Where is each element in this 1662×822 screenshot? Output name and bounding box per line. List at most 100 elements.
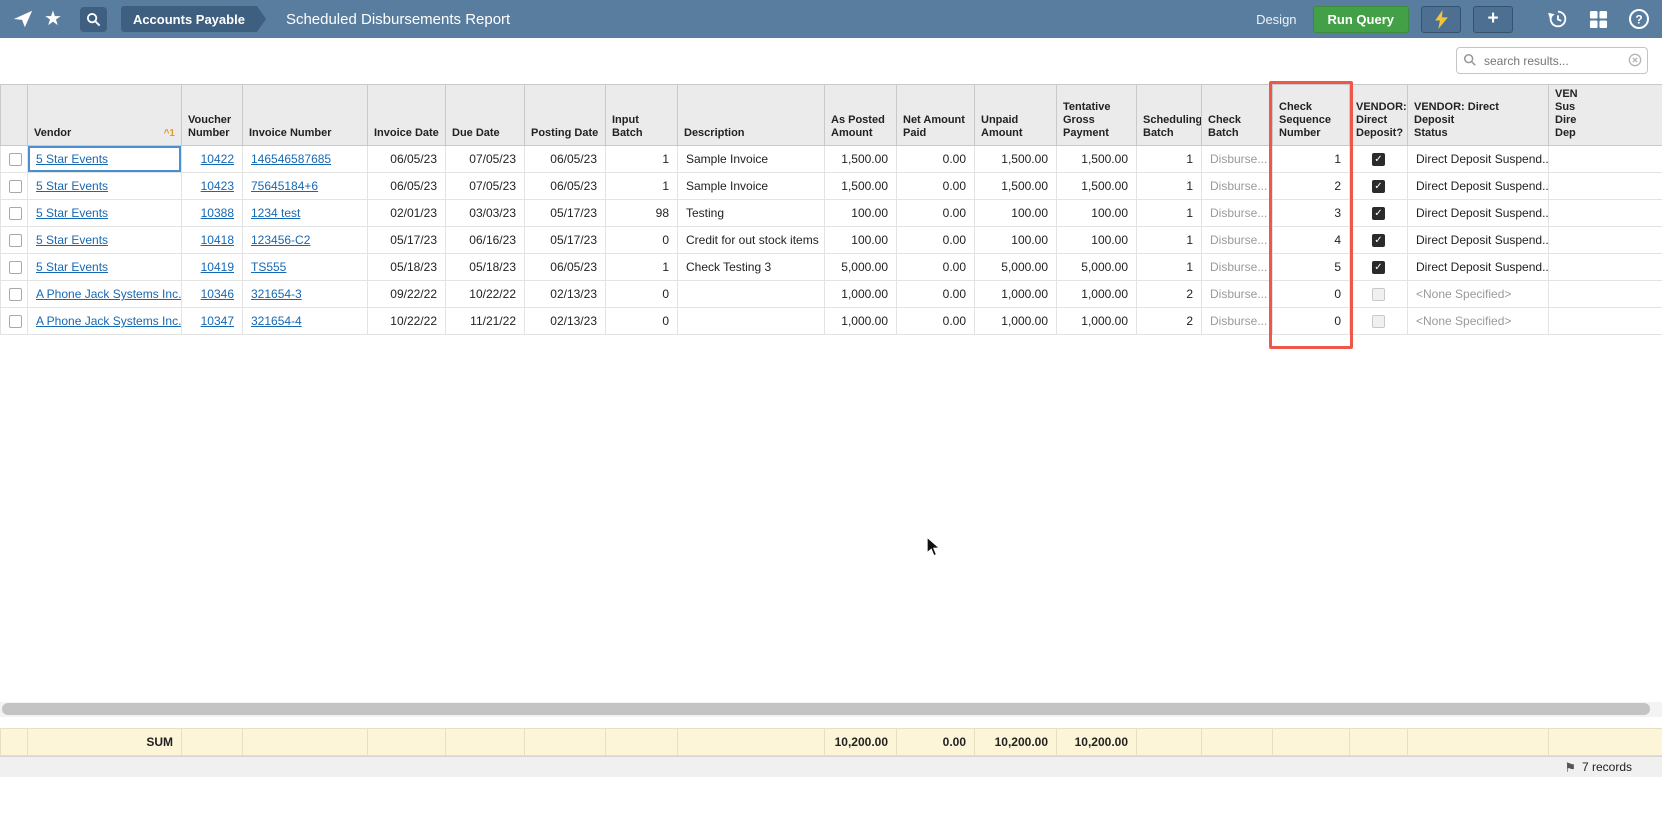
column-header-label: Unpaid Amount	[981, 114, 1023, 139]
cell-check_seq: 4	[1272, 226, 1350, 254]
vendor-link[interactable]: A Phone Jack Systems Inc.	[36, 314, 181, 328]
vendor-link[interactable]: A Phone Jack Systems Inc.	[36, 287, 181, 301]
cell-invoice_date: 09/22/22	[367, 280, 446, 308]
bolt-icon	[1434, 9, 1448, 29]
voucher-link[interactable]: 10347	[201, 314, 234, 328]
row-select-checkbox[interactable]	[9, 315, 22, 329]
cell-text: Disburse...	[1210, 152, 1268, 166]
cell-dd_flag: ✓	[1349, 226, 1408, 254]
column-header-unpaid[interactable]: Unpaid Amount	[974, 84, 1057, 146]
column-header-dd_suspend[interactable]: VEN Sus Dire Dep	[1548, 84, 1662, 146]
column-header-net_paid[interactable]: Net Amount Paid	[896, 84, 975, 146]
invoice_number-link[interactable]: 321654-4	[251, 314, 302, 328]
direct-deposit-checkbox[interactable]: ✓	[1372, 153, 1385, 167]
voucher-link[interactable]: 10418	[201, 233, 234, 247]
direct-deposit-checkbox[interactable]: ✓	[1372, 180, 1385, 194]
row-select-checkbox[interactable]	[9, 207, 22, 221]
cell-text: 0.00	[942, 260, 966, 274]
column-header-posting_date[interactable]: Posting Date	[524, 84, 606, 146]
global-search-button[interactable]	[79, 6, 107, 32]
column-header-check_batch[interactable]: Check Batch	[1201, 84, 1273, 146]
cell-sel	[0, 199, 28, 227]
voucher-link[interactable]: 10423	[201, 179, 234, 193]
sum-cell-tentative: 10,200.00	[1056, 728, 1137, 756]
column-header-input_batch[interactable]: Input Batch	[605, 84, 678, 146]
column-header-voucher[interactable]: Voucher Number	[181, 84, 243, 146]
column-header-due_date[interactable]: Due Date	[445, 84, 525, 146]
design-button[interactable]: Design	[1256, 12, 1296, 27]
breadcrumb-module[interactable]: Accounts Payable	[120, 6, 257, 32]
run-query-button[interactable]: Run Query	[1312, 5, 1409, 33]
vendor-link[interactable]: 5 Star Events	[36, 233, 108, 247]
column-header-vendor[interactable]: ^1 Vendor	[27, 84, 182, 146]
cell-text: Testing	[686, 206, 725, 220]
column-header-sel[interactable]	[0, 84, 28, 146]
invoice_number-link[interactable]: 1234 test	[251, 206, 300, 220]
column-header-description[interactable]: Description	[677, 84, 825, 146]
column-header-invoice_date[interactable]: Invoice Date	[367, 84, 446, 146]
invoice_number-link[interactable]: 146546587685	[251, 152, 331, 166]
cell-sel	[0, 172, 28, 200]
vendor-link[interactable]: 5 Star Events	[36, 260, 108, 274]
row-select-checkbox[interactable]	[9, 288, 22, 302]
row-select-checkbox[interactable]	[9, 153, 22, 167]
clear-search-icon[interactable]	[1628, 53, 1642, 67]
quick-run-bolt-button[interactable]	[1421, 5, 1461, 33]
header-row: ^1 Vendor Voucher Number Invoice Number Invo…	[0, 84, 1662, 146]
search-results-box	[1456, 47, 1648, 74]
column-header-sched_batch[interactable]: Scheduling Batch	[1136, 84, 1202, 146]
invoice_number-link[interactable]: 75645184+6	[251, 179, 318, 193]
add-button[interactable]: +	[1473, 5, 1513, 33]
direct-deposit-checkbox[interactable]	[1372, 315, 1385, 329]
row-select-checkbox[interactable]	[9, 180, 22, 194]
voucher-link[interactable]: 10419	[201, 260, 234, 274]
app-logo-icon[interactable]	[12, 8, 34, 30]
cell-text: 5	[1334, 260, 1341, 274]
cell-due_date: 05/18/23	[445, 253, 525, 281]
cell-text: 03/03/23	[469, 206, 516, 220]
direct-deposit-checkbox[interactable]: ✓	[1372, 234, 1385, 248]
vendor-link[interactable]: 5 Star Events	[36, 206, 108, 220]
vendor-link[interactable]: 5 Star Events	[36, 179, 108, 193]
cell-unpaid: 100.00	[974, 226, 1057, 254]
direct-deposit-checkbox[interactable]	[1372, 288, 1385, 302]
cell-invoice_date: 02/01/23	[367, 199, 446, 227]
row-select-checkbox[interactable]	[9, 261, 22, 275]
voucher-link[interactable]: 10346	[201, 287, 234, 301]
column-header-dd_flag[interactable]: VENDOR: Direct Deposit?	[1349, 84, 1408, 146]
row-select-checkbox[interactable]	[9, 234, 22, 248]
column-header-label: VENDOR: Direct Deposit Status	[1414, 101, 1499, 139]
help-icon[interactable]: ?	[1628, 8, 1650, 30]
search-results-input[interactable]	[1456, 47, 1648, 74]
column-header-invoice_number[interactable]: Invoice Number	[242, 84, 368, 146]
cell-due_date: 07/05/23	[445, 145, 525, 173]
invoice_number-link[interactable]: 123456-C2	[251, 233, 310, 247]
invoice_number-link[interactable]: TS555	[251, 260, 286, 274]
results-table: ^1 Vendor Voucher Number Invoice Number Invo…	[0, 84, 1662, 335]
column-header-check_seq[interactable]: Check Sequence Number	[1272, 84, 1350, 146]
history-icon[interactable]	[1547, 8, 1569, 30]
direct-deposit-checkbox[interactable]: ✓	[1372, 261, 1385, 275]
apps-grid-icon[interactable]	[1589, 10, 1608, 29]
vendor-link[interactable]: 5 Star Events	[36, 152, 108, 166]
cell-check_batch: Disburse...	[1201, 307, 1273, 335]
column-header-as_posted[interactable]: As Posted Amount	[824, 84, 897, 146]
cell-text: 1,000.00	[1081, 314, 1128, 328]
voucher-link[interactable]: 10422	[201, 152, 234, 166]
voucher-link[interactable]: 10388	[201, 206, 234, 220]
column-header-tentative[interactable]: Tentative Gross Payment	[1056, 84, 1137, 146]
cell-voucher: 10388	[181, 199, 243, 227]
cell-text: Direct Deposit Suspend...	[1416, 233, 1549, 247]
favorites-star-icon[interactable]: ★	[44, 9, 62, 29]
cell-sel	[0, 307, 28, 335]
sum-cell-check_seq	[1272, 728, 1350, 756]
search-icon	[1463, 53, 1476, 66]
cell-net_paid: 0.00	[896, 145, 975, 173]
table-row: 5 Star Events 10419 TS555 05/18/23 05/18/23 0…	[0, 253, 1662, 281]
sum-cell-input_batch	[605, 728, 678, 756]
invoice_number-link[interactable]: 321654-3	[251, 287, 302, 301]
column-header-dd_status[interactable]: VENDOR: Direct Deposit Status	[1407, 84, 1549, 146]
horizontal-scrollbar-thumb[interactable]	[2, 703, 1650, 715]
direct-deposit-checkbox[interactable]: ✓	[1372, 207, 1385, 221]
cell-sched_batch: 1	[1136, 199, 1202, 227]
